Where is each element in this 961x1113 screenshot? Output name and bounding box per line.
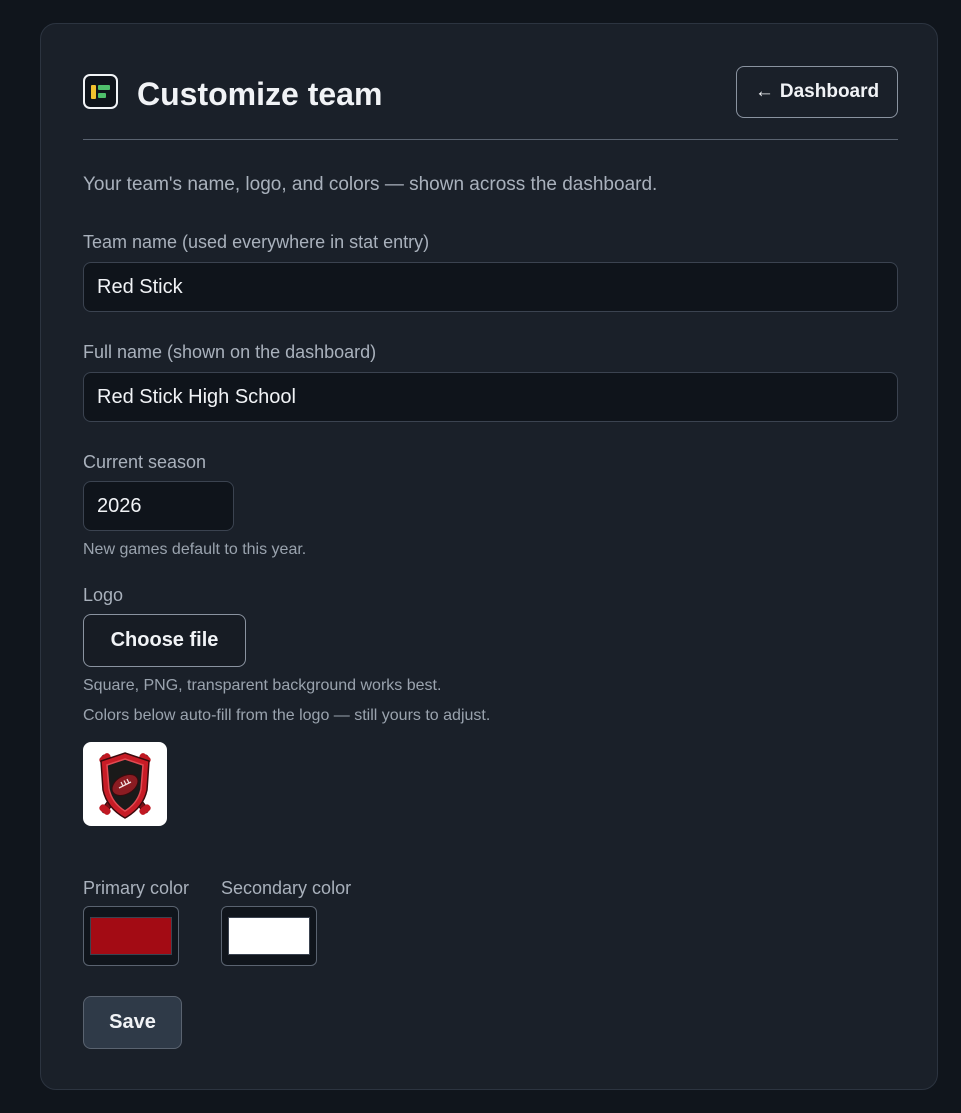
logo-hint-colors: Colors below auto-fill from the logo — s… xyxy=(83,707,491,724)
header-divider xyxy=(83,139,898,140)
season-hint: New games default to this year. xyxy=(83,541,307,558)
full-name-label: Full name (shown on the dashboard) xyxy=(83,342,377,362)
dashboard-button-label: Dashboard xyxy=(779,81,880,102)
primary-color-swatch xyxy=(90,917,172,955)
logo-preview xyxy=(83,742,167,826)
page-title: Customize team xyxy=(137,76,383,112)
customize-team-card: Customize team ← Dashboard Your team's n… xyxy=(40,23,938,1090)
secondary-color-picker[interactable] xyxy=(221,906,317,966)
team-shield-logo xyxy=(99,752,151,819)
app-logo-icon xyxy=(83,74,118,109)
team-name-input[interactable] xyxy=(83,262,898,312)
secondary-color-label: Secondary color xyxy=(221,878,352,898)
dashboard-button[interactable]: ← Dashboard xyxy=(736,66,898,118)
intro-text: Your team's name, logo, and colors — sho… xyxy=(83,174,658,195)
season-label: Current season xyxy=(83,452,207,472)
full-name-input[interactable] xyxy=(83,372,898,422)
secondary-color-swatch xyxy=(228,917,310,955)
save-button[interactable]: Save xyxy=(83,996,182,1049)
season-input[interactable] xyxy=(83,481,234,531)
logo-label: Logo xyxy=(83,585,124,605)
team-name-label: Team name (used everywhere in stat entry… xyxy=(83,232,430,252)
arrow-left-icon: ← xyxy=(754,81,774,102)
header: Customize team ← Dashboard xyxy=(83,66,898,120)
primary-color-label: Primary color xyxy=(83,878,190,898)
primary-color-picker[interactable] xyxy=(83,906,179,966)
choose-file-button[interactable]: Choose file xyxy=(83,614,246,667)
logo-hint-format: Square, PNG, transparent background work… xyxy=(83,677,442,694)
